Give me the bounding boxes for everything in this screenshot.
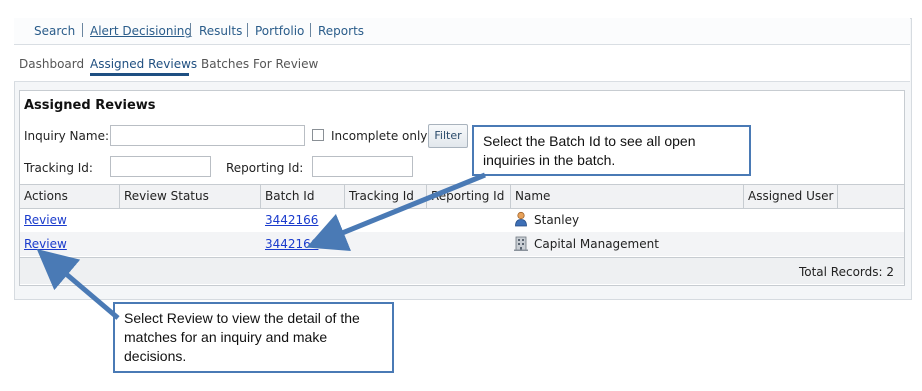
arrow-to-batch-id bbox=[306, 172, 486, 252]
arrow-to-review bbox=[36, 249, 120, 320]
callout-arrows bbox=[36, 172, 486, 320]
